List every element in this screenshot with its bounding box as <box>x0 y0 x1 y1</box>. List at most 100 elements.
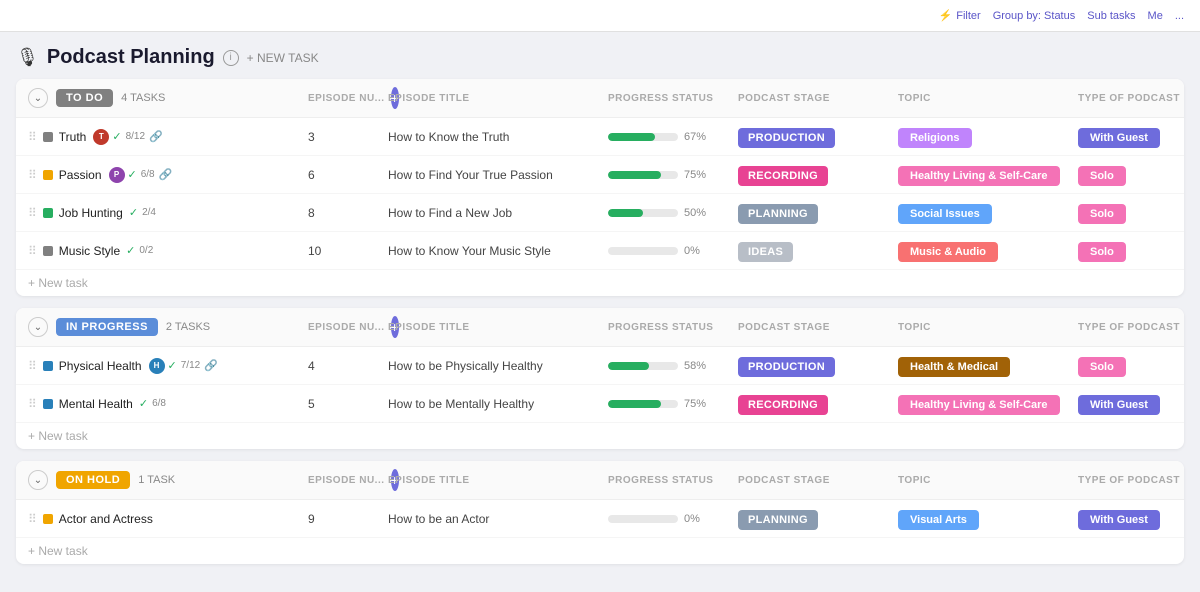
episode-title: How to be an Actor <box>388 512 608 526</box>
task-row: ⠿ Actor and Actress 9 How to be an Actor… <box>16 500 1184 538</box>
new-task-header-button[interactable]: + NEW TASK <box>247 51 319 65</box>
subtasks-button[interactable]: Sub tasks <box>1087 10 1135 22</box>
new-task-button-todo[interactable]: + New task <box>16 270 100 296</box>
toggle-section-onhold[interactable]: ⌄ <box>28 470 48 490</box>
drag-handle[interactable]: ⠿ <box>28 359 37 373</box>
topic-badge: Healthy Living & Self-Care <box>898 395 1060 415</box>
progress-bar-bg <box>608 400 678 408</box>
podcast-stage-cell: RECORDING <box>738 168 898 182</box>
podcast-stage-cell: IDEAS <box>738 244 898 258</box>
topic-cell: Healthy Living & Self-Care <box>898 168 1078 182</box>
type-cell: With Guest <box>1078 397 1184 411</box>
task-meta: ✓7/12 🔗 <box>168 359 218 372</box>
task-row: ⠿ Passion P ✓6/8 🔗 6 How to Find Your Tr… <box>16 156 1184 194</box>
section-header-onhold: ⌄ ON HOLD 1 TASK EPISODE NU... + EPISODE… <box>16 461 1184 500</box>
subtask-count: 0/2 <box>139 245 153 256</box>
progress-cell: 58% <box>608 360 738 372</box>
progress-bar-bg <box>608 515 678 523</box>
topic-cell: Music & Audio <box>898 244 1078 258</box>
episode-title: How to be Physically Healthy <box>388 359 608 373</box>
task-name: Physical Health <box>59 359 142 373</box>
type-badge: With Guest <box>1078 128 1160 148</box>
topic-badge: Visual Arts <box>898 510 979 530</box>
task-count-onhold: 1 TASK <box>138 474 175 486</box>
progress-bar-fill <box>608 362 649 370</box>
sections-container: ⌄ TO DO 4 TASKS EPISODE NU... + EPISODE … <box>16 79 1184 564</box>
col-episode-title-todo: EPISODE TITLE <box>388 93 608 104</box>
progress-bar-bg <box>608 209 678 217</box>
me-button[interactable]: Me <box>1148 10 1163 22</box>
toggle-section-todo[interactable]: ⌄ <box>28 88 48 108</box>
task-meta: ✓6/8 🔗 <box>128 168 173 181</box>
filter-button[interactable]: ⚡ Filter <box>939 9 981 22</box>
type-badge: Solo <box>1078 357 1126 377</box>
color-dot <box>43 170 53 180</box>
info-icon[interactable]: i <box>223 50 239 66</box>
topic-cell: Health & Medical <box>898 359 1078 373</box>
subtask-count: 6/8 <box>152 398 166 409</box>
section-header-todo: ⌄ TO DO 4 TASKS EPISODE NU... + EPISODE … <box>16 79 1184 118</box>
drag-handle[interactable]: ⠿ <box>28 512 37 526</box>
new-task-button-onhold[interactable]: + New task <box>16 538 100 564</box>
task-name-cell: ⠿ Mental Health ✓6/8 <box>28 397 308 411</box>
col-stage-inprogress: PODCAST STAGE <box>738 322 898 333</box>
podcast-icon: 🎙 <box>16 47 39 68</box>
drag-handle[interactable]: ⠿ <box>28 168 37 182</box>
task-name-cell: ⠿ Passion P ✓6/8 🔗 <box>28 166 308 184</box>
progress-pct: 0% <box>684 245 700 257</box>
check-icon: ✓ <box>139 397 148 410</box>
episode-num: 5 <box>308 397 388 411</box>
task-count-inprogress: 2 TASKS <box>166 321 210 333</box>
progress-pct: 75% <box>684 398 706 410</box>
drag-handle[interactable]: ⠿ <box>28 130 37 144</box>
section-onhold: ⌄ ON HOLD 1 TASK EPISODE NU... + EPISODE… <box>16 461 1184 564</box>
drag-handle[interactable]: ⠿ <box>28 244 37 258</box>
task-name-cell: ⠿ Actor and Actress <box>28 512 308 526</box>
group-by-button[interactable]: Group by: Status <box>993 10 1076 22</box>
color-dot <box>43 361 53 371</box>
subtask-count: 6/8 <box>141 169 155 180</box>
new-task-button-inprogress[interactable]: + New task <box>16 423 100 449</box>
check-icon: ✓ <box>126 244 135 257</box>
toggle-section-inprogress[interactable]: ⌄ <box>28 317 48 337</box>
status-badge-onhold: ON HOLD <box>56 471 130 489</box>
drag-handle[interactable]: ⠿ <box>28 206 37 220</box>
task-name-cell: ⠿ Physical Health H ✓7/12 🔗 <box>28 357 308 375</box>
topic-cell: Visual Arts <box>898 512 1078 526</box>
progress-bar-fill <box>608 133 655 141</box>
progress-pct: 0% <box>684 513 700 525</box>
podcast-stage-cell: PRODUCTION <box>738 130 898 144</box>
progress-bar-bg <box>608 133 678 141</box>
subtask-count: 2/4 <box>142 207 156 218</box>
type-cell: With Guest <box>1078 512 1184 526</box>
topic-cell: Religions <box>898 130 1078 144</box>
podcast-stage-badge: PRODUCTION <box>738 357 835 377</box>
topic-cell: Social Issues <box>898 206 1078 220</box>
progress-pct: 50% <box>684 207 706 219</box>
col-type-todo: TYPE OF PODCAST <box>1078 93 1184 104</box>
avatar-group: H <box>148 357 162 375</box>
podcast-stage-badge: RECORDING <box>738 395 828 415</box>
podcast-stage-badge: PLANNING <box>738 510 818 530</box>
podcast-stage-cell: PLANNING <box>738 206 898 220</box>
progress-pct: 58% <box>684 360 706 372</box>
avatar: P <box>108 166 126 184</box>
more-button[interactable]: ... <box>1175 10 1184 22</box>
task-name: Truth <box>59 130 87 144</box>
color-dot <box>43 132 53 142</box>
subtask-count: 8/12 <box>126 131 145 142</box>
task-name-cell: ⠿ Job Hunting ✓2/4 <box>28 206 308 220</box>
drag-handle[interactable]: ⠿ <box>28 397 37 411</box>
episode-num: 10 <box>308 244 388 258</box>
col-stage-todo: PODCAST STAGE <box>738 93 898 104</box>
col-episode-title-onhold: EPISODE TITLE <box>388 475 608 486</box>
check-icon: ✓ <box>128 168 137 181</box>
progress-bar-fill <box>608 209 643 217</box>
progress-cell: 50% <box>608 207 738 219</box>
color-dot <box>43 208 53 218</box>
col-episode-num-todo: EPISODE NU... + <box>308 87 388 109</box>
col-progress-todo: PROGRESS STATUS <box>608 93 738 104</box>
link-icon: 🔗 <box>149 130 163 143</box>
filter-icon: ⚡ <box>939 9 953 22</box>
avatar-group: P <box>108 166 122 184</box>
